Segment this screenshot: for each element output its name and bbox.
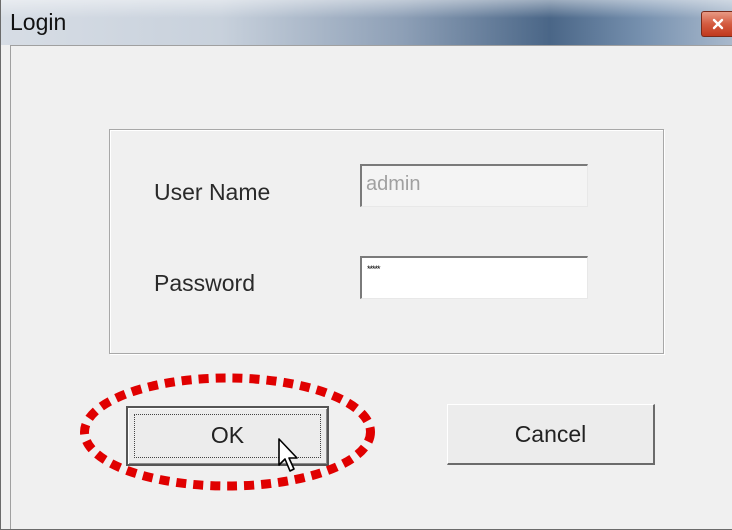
close-icon	[712, 18, 724, 30]
ok-button-label: OK	[210, 422, 245, 448]
close-button[interactable]	[701, 11, 732, 37]
window-title: Login	[10, 9, 67, 35]
cancel-button[interactable]: Cancel	[447, 404, 655, 465]
password-field[interactable]: *****	[360, 256, 588, 299]
title-bar[interactable]: Login	[1, 0, 732, 45]
username-label: User Name	[154, 179, 271, 205]
login-dialog: Login User Name admin Password ***** OK …	[0, 0, 732, 530]
title-bar-shine	[1, 0, 732, 18]
password-label: Password	[154, 270, 255, 296]
username-field[interactable]: admin	[360, 164, 588, 207]
ok-button[interactable]: OK	[126, 406, 329, 466]
credentials-group	[109, 129, 664, 354]
cancel-button-label: Cancel	[514, 421, 587, 447]
